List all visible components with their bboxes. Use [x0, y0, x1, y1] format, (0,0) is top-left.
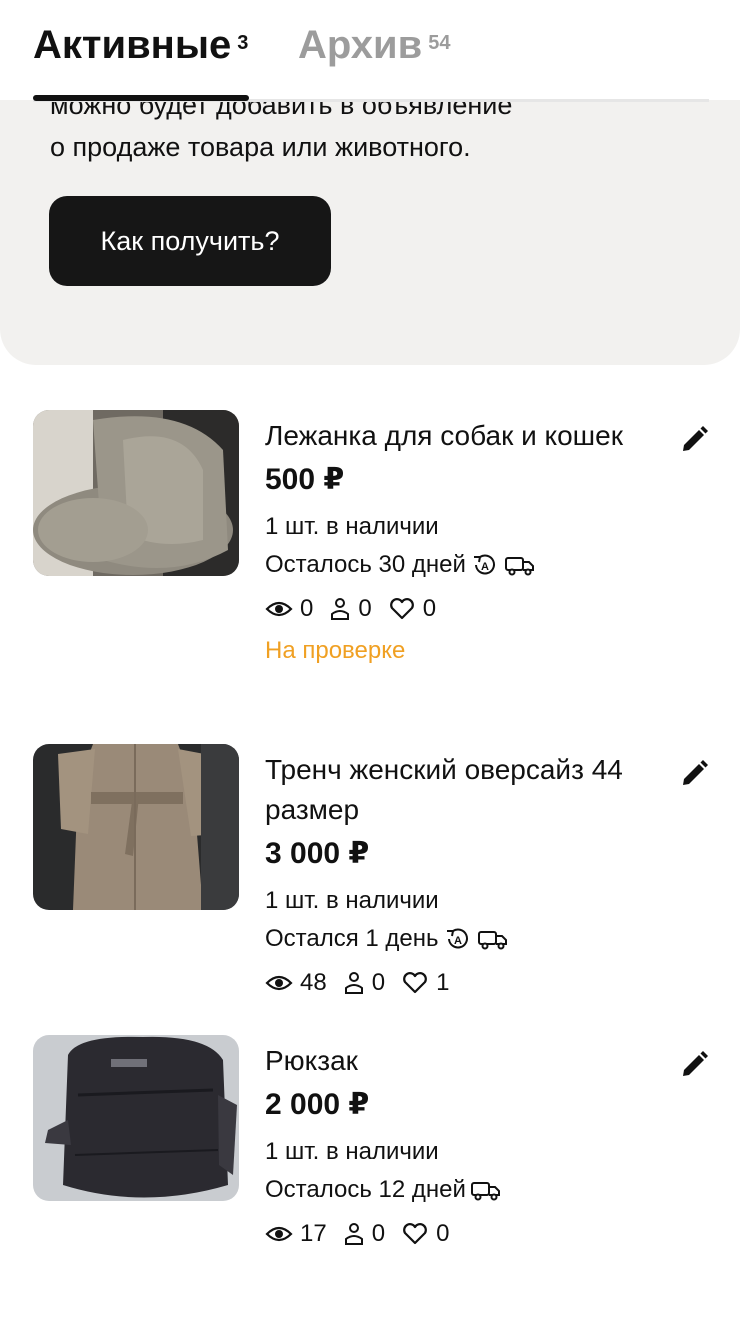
- tab-active-count: 3: [237, 32, 249, 54]
- listing-stats: 0 0 0: [265, 594, 665, 624]
- auto-renew-icon: A: [443, 926, 473, 952]
- eye-icon: [265, 601, 293, 617]
- tab-archive-count: 54: [428, 32, 451, 54]
- listing-price: 3 000 ₽: [265, 837, 370, 870]
- listing-stats: 48 0 1: [265, 968, 665, 998]
- contacts-stat: 0: [343, 968, 385, 998]
- listing-photo-backpack[interactable]: [33, 1035, 239, 1201]
- listing-remaining-text: Осталось 12 дней: [265, 1176, 466, 1203]
- listing-item[interactable]: Лежанка для собак и кошек 500 ₽ 1 шт. в …: [0, 410, 740, 710]
- listing-stock: 1 шт. в наличии: [265, 513, 439, 540]
- contacts-count: 0: [371, 969, 386, 996]
- views-count: 0: [300, 595, 314, 622]
- delivery-truck-icon: [477, 927, 509, 951]
- tab-active[interactable]: Активные 3: [33, 20, 248, 70]
- listing-status: На проверке: [265, 637, 406, 664]
- favorites-stat: 1: [401, 968, 449, 998]
- tab-active-label: Активные: [33, 23, 232, 67]
- contacts-stat: 0: [329, 594, 372, 624]
- person-icon: [344, 1223, 363, 1245]
- listing-stats: 17 0 0: [265, 1219, 665, 1249]
- listing-info: Лежанка для собак и кошек 500 ₽ 1 шт. в …: [265, 410, 665, 666]
- tab-archive-label: Архив: [298, 23, 423, 67]
- eye-icon: [265, 975, 293, 991]
- tab-active-indicator: [33, 95, 249, 101]
- tab-archive[interactable]: Архив 54: [298, 20, 450, 70]
- heart-icon: [403, 1223, 427, 1245]
- listing-info: Рюкзак 2 000 ₽ 1 шт. в наличии Осталось …: [265, 1035, 665, 1249]
- listing-title[interactable]: Лежанка для собак и кошек: [265, 416, 665, 456]
- views-count: 17: [300, 1220, 327, 1247]
- favorites-count: 0: [436, 1220, 450, 1247]
- listing-remaining-text: Осталось 30 дней: [265, 551, 466, 578]
- tabs-header: Активные 3 Архив 54: [0, 0, 740, 102]
- heart-icon: [389, 598, 414, 620]
- contacts-count: 0: [371, 1220, 386, 1247]
- views-stat: 48: [265, 968, 327, 998]
- listing-item[interactable]: Рюкзак 2 000 ₽ 1 шт. в наличии Осталось …: [0, 1035, 740, 1335]
- listing-remaining: Осталось 30 дней A: [265, 550, 665, 580]
- favorites-count: 0: [422, 595, 437, 622]
- views-count: 48: [300, 969, 327, 996]
- listing-price: 2 000 ₽: [265, 1088, 370, 1121]
- svg-text:A: A: [481, 561, 489, 573]
- edit-pencil-icon[interactable]: [678, 758, 710, 790]
- listing-title[interactable]: Тренч женский оверсайз 44 размер: [265, 750, 665, 830]
- views-stat: 0: [265, 594, 313, 624]
- views-stat: 17: [265, 1219, 327, 1249]
- favorites-stat: 0: [388, 594, 436, 624]
- how-to-get-button[interactable]: Как получить?: [49, 196, 331, 286]
- heart-icon: [403, 972, 427, 994]
- listing-photo-trench-coat[interactable]: [33, 744, 239, 910]
- favorites-stat: 0: [401, 1219, 449, 1249]
- person-icon: [344, 972, 363, 994]
- edit-pencil-icon[interactable]: [678, 424, 710, 456]
- listing-photo-pet-bed[interactable]: [33, 410, 239, 576]
- promo-text-line-2: о продаже товара или животного.: [50, 132, 471, 162]
- favorites-count: 1: [436, 969, 450, 996]
- listing-info: Тренч женский оверсайз 44 размер 3 000 ₽…: [265, 744, 665, 998]
- listing-remaining-text: Остался 1 день: [265, 925, 439, 952]
- listing-remaining: Осталось 12 дней: [265, 1175, 665, 1205]
- person-icon: [331, 598, 350, 620]
- contacts-count: 0: [358, 595, 372, 622]
- listing-item[interactable]: Тренч женский оверсайз 44 размер 3 000 ₽…: [0, 744, 740, 1044]
- eye-icon: [265, 1226, 293, 1242]
- contacts-stat: 0: [343, 1219, 385, 1249]
- promo-card: можно будет добавить в объявление о прод…: [0, 60, 740, 365]
- edit-pencil-icon[interactable]: [678, 1049, 710, 1081]
- listing-stock: 1 шт. в наличии: [265, 1138, 439, 1165]
- auto-renew-icon: A: [470, 552, 500, 578]
- listing-price: 500 ₽: [265, 463, 345, 496]
- listing-remaining: Остался 1 день A: [265, 924, 665, 954]
- svg-text:A: A: [454, 935, 462, 947]
- delivery-truck-icon: [470, 1178, 502, 1202]
- listing-title[interactable]: Рюкзак: [265, 1041, 665, 1081]
- listing-stock: 1 шт. в наличии: [265, 887, 439, 914]
- delivery-truck-icon: [504, 553, 536, 577]
